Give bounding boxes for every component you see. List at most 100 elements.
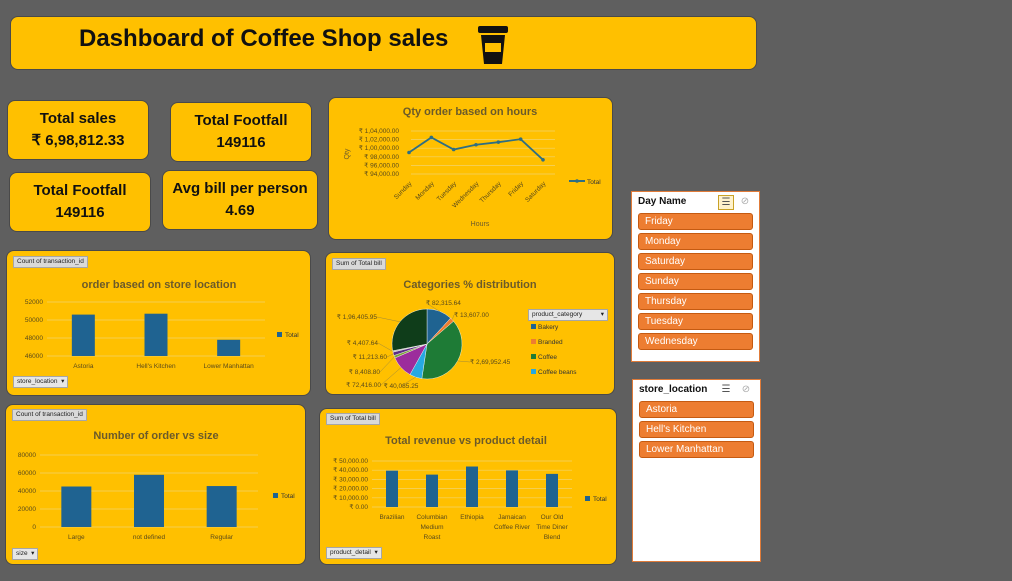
dropdown-arrow-icon: ▾ [600,311,604,318]
categories-chart-card: Sum of Total bill Categories % distribut… [325,252,615,395]
slicer-title: store_location [639,384,708,395]
filter-dropdown[interactable]: product_detail ▾ [326,547,382,559]
filter-dropdown[interactable]: store_location ▾ [13,376,69,388]
size-chart-card: Count of transaction_id Number of order … [5,404,306,565]
filter-label: size [16,550,28,557]
legend-swatch [585,496,590,501]
legend-filter-dropdown[interactable]: product_category ▾ [528,309,608,321]
y-tick-label: ₹ 10,000.00 [333,494,368,502]
data-point [541,158,545,162]
y-tick-label: ₹ 94,000.00 [364,170,399,178]
slicer-item[interactable]: Saturday [638,253,753,270]
y-tick-label: 20000 [18,506,36,513]
slicer-item[interactable]: Hell's Kitchen [639,421,754,438]
clear-filter-icon[interactable]: ⊘ [738,195,752,208]
chart-title: order based on store location [82,279,237,291]
kpi-avg-bill: Avg bill per person 4.69 [162,170,318,230]
x-tick-label: not defined [133,534,166,541]
store-chart-card: Count of transaction_id order based on s… [6,250,311,396]
legend-swatch [273,493,278,498]
product-chart-card: Sum of Total bill Total revenue vs produ… [319,408,617,565]
kpi-value: 149116 [55,204,105,221]
x-tick-label: Astoria [73,363,94,370]
product-bar-chart: Total revenue vs product detail Total ₹ … [333,435,607,541]
filter-label: store_location [17,378,58,385]
multi-select-icon[interactable]: ☰ [718,195,734,210]
x-tick-label: Sunday [393,180,414,201]
kpi-value: ₹ 6,98,812.33 [31,132,125,149]
legend-label: Total [285,332,299,339]
hours-line-chart: Qty order based on hours Qty Hours Total… [344,106,601,228]
dropdown-arrow-icon: ▾ [59,378,65,385]
x-tick-label: Regular [210,534,234,541]
legend-label: Total [281,493,295,500]
y-tick-label: ₹ 98,000.00 [364,153,399,161]
leader-line [386,353,394,358]
hours-chart-card: Qty order based on hours Qty Hours Total… [328,97,613,240]
filter-label: product_category [532,311,583,318]
slicer-item[interactable]: Sunday [638,273,753,290]
x-tick-label: Hell's Kitchen [136,363,176,370]
slicer-item[interactable]: Tuesday [638,313,753,330]
categories-pie-chart: Categories % distribution ₹ 82,315.64 ₹ 1… [337,279,578,390]
bar [134,474,164,527]
dropdown-arrow-icon: ▾ [29,550,35,557]
multi-select-icon[interactable]: ☰ [719,383,733,396]
data-label: ₹ 2,69,952.45 [470,358,511,366]
y-tick-label: ₹ 30,000.00 [333,475,368,483]
x-tick-label: Friday [507,180,525,198]
y-tick-label: 40000 [18,488,36,495]
x-tick-label: Large [68,534,85,541]
y-tick-label: ₹ 1,04,000.00 [359,127,400,135]
x-tick-label: Our Old Time Diner Blend [536,514,568,541]
y-tick-label: ₹ 40,000.00 [333,466,368,474]
chart-title: Number of order vs size [93,430,218,442]
slicer-item[interactable]: Astoria [639,401,754,418]
data-label: ₹ 82,315.64 [426,299,461,307]
legend-label: Coffee beans [538,369,577,376]
x-tick-label: Columbian Medium Roast [416,514,447,541]
day-name-slicer: Day Name ☰ ⊘ Friday Monday Saturday Sunday T… [631,191,760,362]
data-point [518,137,523,141]
slicer-item[interactable]: Monday [638,233,753,250]
slicer-item[interactable]: Lower Manhattan [639,441,754,458]
legend-swatch [531,339,536,344]
slicer-item[interactable]: Friday [638,213,753,230]
store-location-slicer: store_location ☰ ⊘ Astoria Hell's Kitchen… [632,379,761,562]
kpi-label: Avg bill per person [172,180,308,197]
kpi-value: 149116 [216,134,266,151]
bar [546,473,558,507]
chart-title: Categories % distribution [403,279,537,291]
filter-funnel-icon: ▾ [372,549,378,556]
y-tick-label: ₹ 50,000.00 [333,457,368,465]
data-point [429,135,434,140]
store-bar-chart: order based on store location Total 4600… [25,279,299,370]
slicer-item[interactable]: Wednesday [638,333,753,350]
x-tick-label: Lower Manhattan [204,363,255,370]
legend-label: Total [587,179,601,186]
y-tick-label: 80000 [18,452,36,459]
data-label: ₹ 1,96,405.95 [337,313,378,321]
kpi-total-sales: Total sales ₹ 6,98,812.33 [7,100,149,160]
data-label: ₹ 4,407.64 [347,339,379,347]
clear-filter-icon[interactable]: ⊘ [739,383,753,396]
bar [144,313,168,356]
legend-label: Total [593,496,607,503]
y-tick-label: ₹ 1,02,000.00 [359,136,400,144]
y-axis-label: Qty [344,148,351,159]
data-label: ₹ 13,607.00 [454,311,489,319]
data-label: ₹ 72,416.00 [346,381,381,389]
y-tick-label: ₹ 20,000.00 [333,485,368,493]
filter-dropdown[interactable]: size ▾ [12,548,39,560]
bar [71,314,95,356]
leader-line [457,360,471,363]
data-label: ₹ 8,408.80 [349,368,381,376]
chart-title: Qty order based on hours [403,106,537,118]
slicer-item[interactable]: Thursday [638,293,753,310]
data-point [407,150,411,155]
page-title: Dashboard of Coffee Shop sales [79,25,449,52]
leader-line [376,316,401,323]
data-point [451,147,456,152]
x-tick-label: Ethiopia [460,514,484,521]
dashboard-header: Dashboard of Coffee Shop sales [10,16,757,70]
